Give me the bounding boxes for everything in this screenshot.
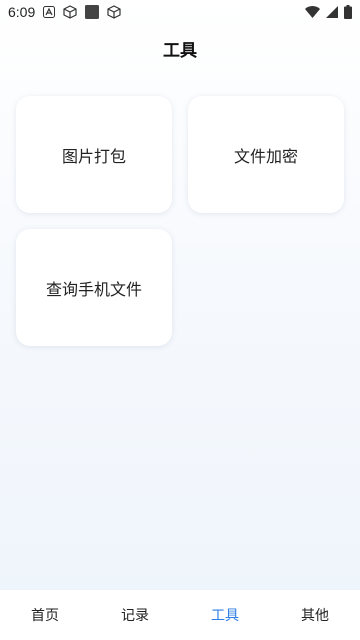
cube-icon [63, 5, 77, 19]
nav-item-home[interactable]: 首页 [0, 605, 90, 625]
nav-item-records[interactable]: 记录 [90, 605, 180, 625]
status-bar: 6:09 [0, 0, 360, 24]
tool-tile-query-phone-files[interactable]: 查询手机文件 [16, 229, 172, 346]
status-left: 6:09 [8, 4, 121, 20]
bottom-nav: 首页 记录 工具 其他 [0, 590, 360, 640]
nav-item-other[interactable]: 其他 [270, 605, 360, 625]
tool-grid: 图片打包 文件加密 查询手机文件 [16, 96, 344, 346]
tool-tile-file-encrypt[interactable]: 文件加密 [188, 96, 344, 213]
nav-item-tools[interactable]: 工具 [180, 605, 270, 625]
status-right [305, 5, 352, 19]
a-badge-icon [43, 6, 56, 18]
battery-icon [344, 5, 352, 19]
signal-icon [326, 6, 338, 18]
wifi-icon [305, 6, 320, 18]
square-icon [85, 5, 100, 19]
page-title: 工具 [163, 41, 197, 61]
tool-tile-image-pack[interactable]: 图片打包 [16, 96, 172, 213]
status-time: 6:09 [8, 4, 36, 20]
cube-icon [107, 5, 121, 19]
